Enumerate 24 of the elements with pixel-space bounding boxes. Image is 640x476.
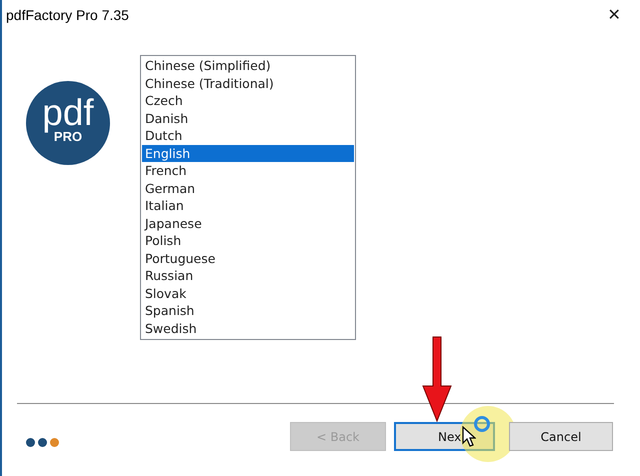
list-item[interactable]: Russian	[142, 267, 354, 284]
list-item[interactable]: Polish	[142, 232, 354, 250]
list-item[interactable]: Swedish	[142, 320, 354, 337]
list-item[interactable]: Danish	[142, 110, 354, 127]
list-item[interactable]: Dutch	[142, 127, 354, 144]
arrow-icon	[422, 336, 452, 422]
list-item[interactable]: German	[142, 180, 354, 197]
language-list[interactable]: Chinese (Simplified) Chinese (Traditional) Czech Danish Dutch English French German Italian Japanese Polish Portuguese Russian Slovak Spanish Swedish	[140, 55, 356, 340]
cursor-icon	[462, 426, 476, 448]
list-item[interactable]: English	[142, 144, 354, 162]
list-item[interactable]: Chinese (Simplified)	[142, 57, 354, 74]
dialog-button[interactable]: Nex	[394, 422, 495, 451]
window-title: pdfFactory Pro 7.35	[6, 7, 129, 23]
busy-ring-icon	[474, 416, 490, 432]
list-item[interactable]: French	[142, 162, 354, 180]
list-item[interactable]: Czech	[142, 92, 354, 110]
list-item[interactable]: Spanish	[142, 302, 354, 320]
list-item[interactable]: Slovak	[142, 284, 354, 302]
list-item[interactable]: Portuguese	[142, 250, 354, 267]
logo-subtext: PRO	[54, 130, 82, 144]
dialog-button[interactable]: Cancel	[509, 422, 613, 451]
list-item[interactable]: Japanese	[142, 214, 354, 232]
list-item[interactable]: Italian	[142, 197, 354, 214]
list-item[interactable]: Chinese (Traditional)	[142, 74, 354, 92]
